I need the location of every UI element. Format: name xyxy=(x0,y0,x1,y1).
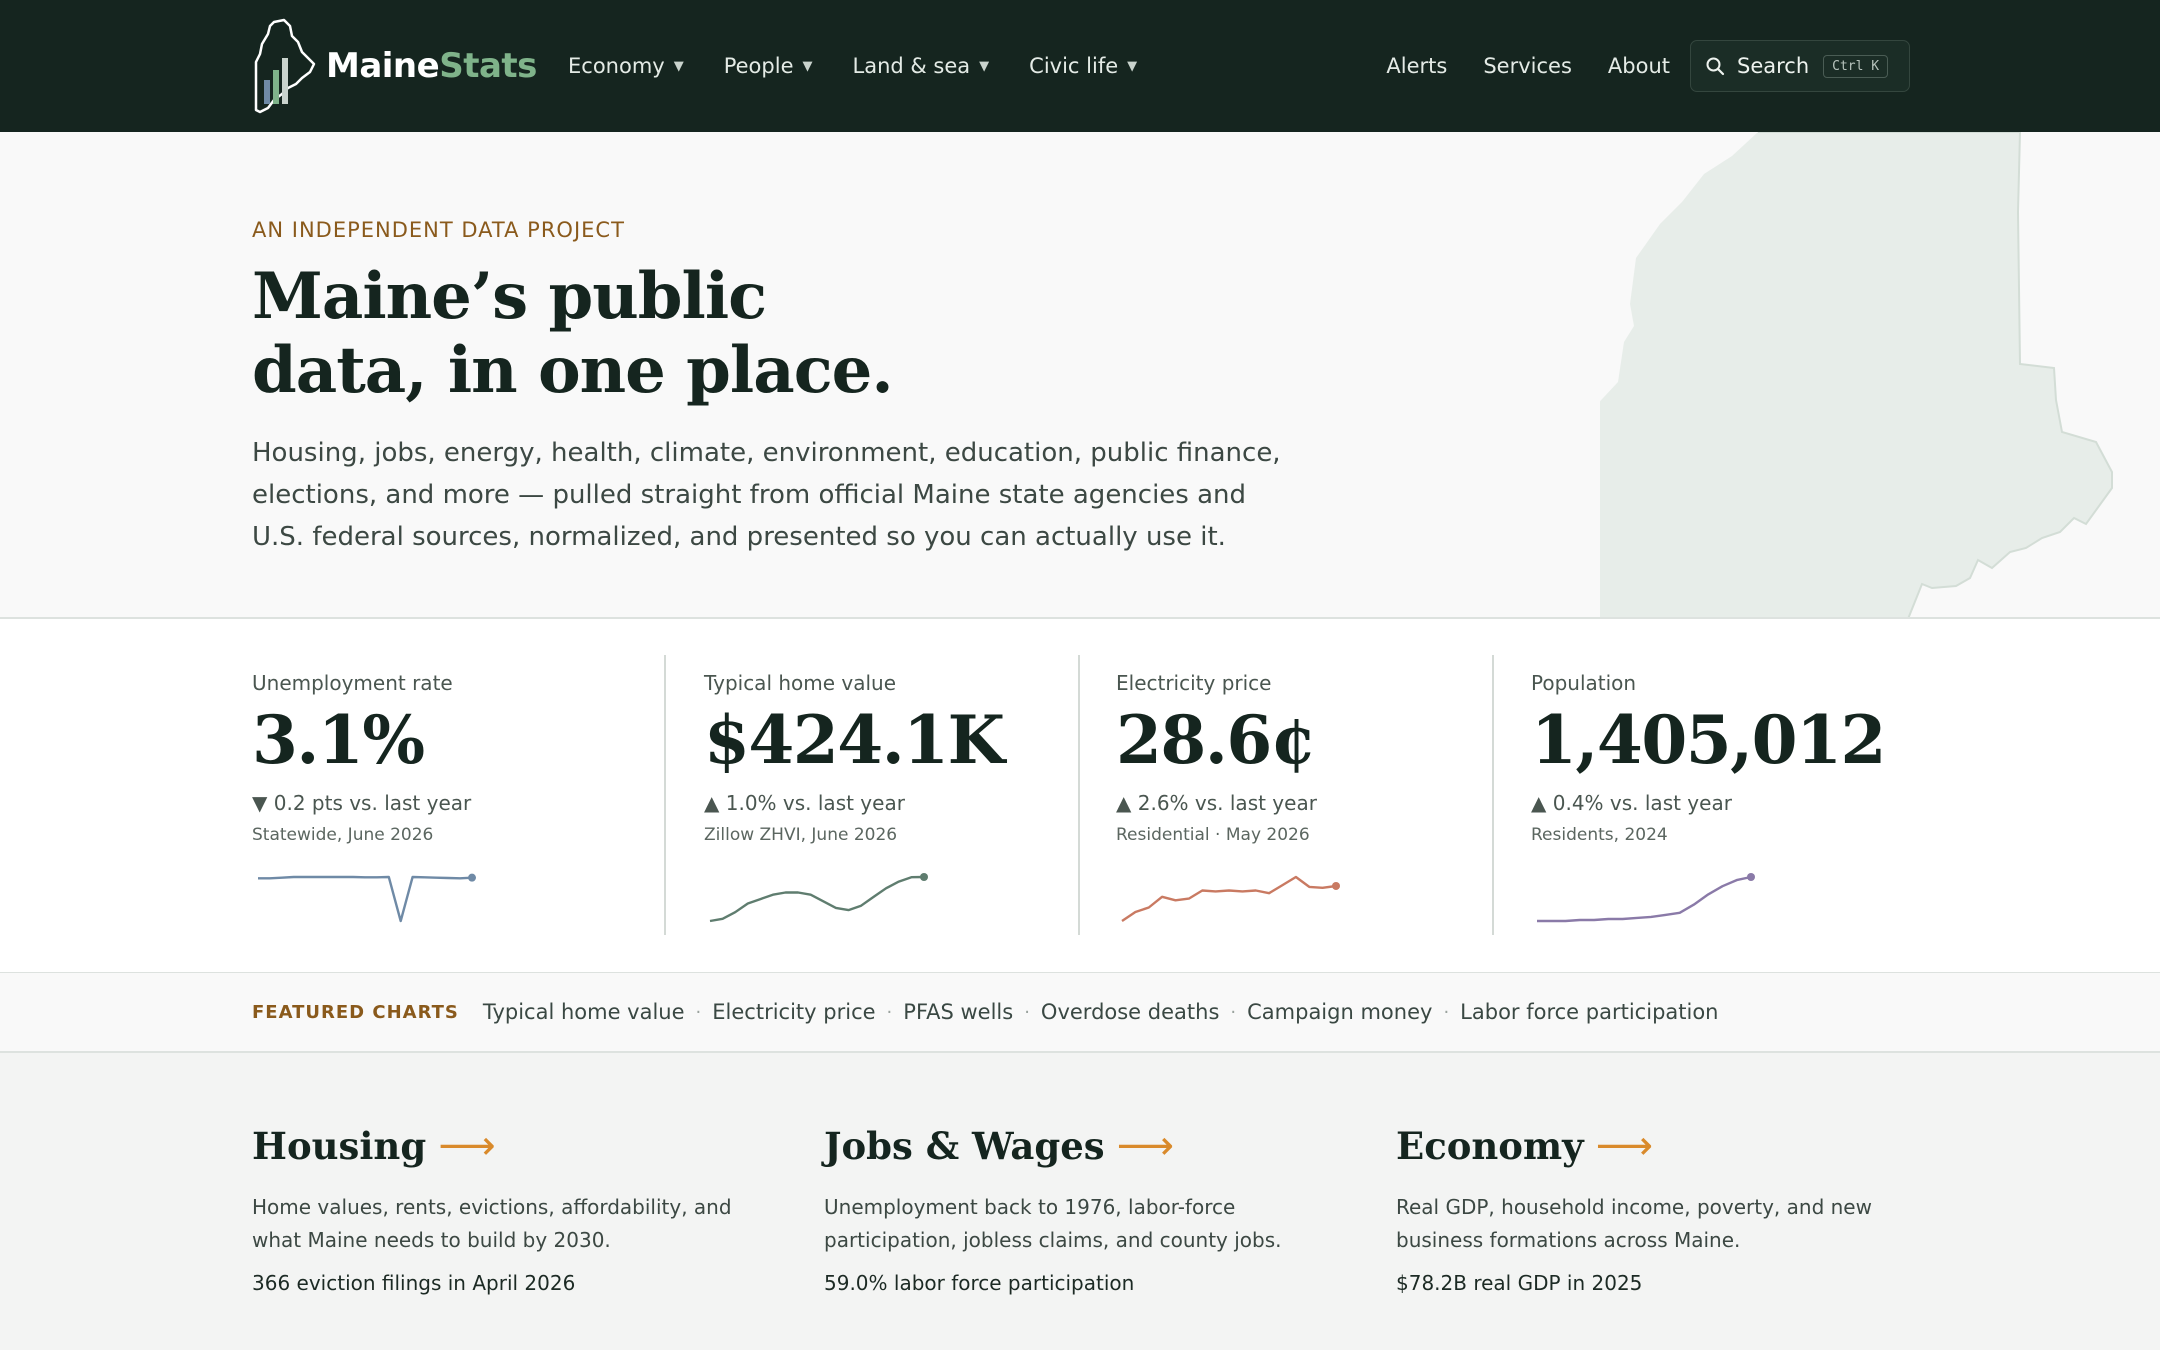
maine-map-logo-icon xyxy=(254,18,316,114)
stat-change: ▼ 0.2 pts vs. last year xyxy=(252,791,472,815)
nav-item-label: Economy xyxy=(568,54,665,78)
category-title: Economy xyxy=(1396,1124,1584,1168)
logo-text-stats: Stats xyxy=(439,46,537,86)
stat-change: ▲ 2.6% vs. last year xyxy=(1116,791,1317,815)
featured-charts-bar: FEATURED CHARTS Typical home value · Ele… xyxy=(0,973,2160,1053)
category-jobs-wages: Jobs & Wages ⟶ Unemployment back to 1976,… xyxy=(824,1123,1344,1295)
nav-civic-life-menu[interactable]: Civic life ▼ xyxy=(1029,54,1137,78)
arrow-right-icon: ⟶ xyxy=(1116,1123,1174,1169)
featured-link-home-value[interactable]: Typical home value xyxy=(483,1000,685,1024)
category-title: Housing xyxy=(252,1124,427,1168)
sparkline-path xyxy=(258,875,473,923)
hero-title-line-1: Maine’s public xyxy=(252,259,767,334)
separator-dot: · xyxy=(695,1001,702,1023)
separator-dot: · xyxy=(1230,1001,1237,1023)
featured-link-electricity[interactable]: Electricity price xyxy=(712,1000,875,1024)
hero-description: Housing, jobs, energy, health, climate, … xyxy=(252,438,1281,552)
search-button[interactable]: Search Ctrl K xyxy=(1690,40,1910,92)
stat-value: 28.6¢ xyxy=(1116,701,1317,779)
featured-link-pfas-wells[interactable]: PFAS wells xyxy=(903,1000,1013,1024)
category-title: Jobs & Wages xyxy=(824,1124,1105,1168)
caret-down-icon: ▼ xyxy=(673,58,684,74)
stat-change: ▲ 0.4% vs. last year xyxy=(1531,791,1732,815)
sparkline-latest-point xyxy=(920,873,928,881)
top-navigation: MaineStats Economy ▼ People ▼ Land & sea ▼ … xyxy=(0,0,2160,132)
category-description: Home values, rents, evictions, affordabi… xyxy=(252,1195,732,1252)
stat-source: Statewide, June 2026 xyxy=(252,825,434,845)
sparkline-population xyxy=(1537,873,1755,923)
sparkline-electricity xyxy=(1121,875,1340,922)
sparkline-path xyxy=(1537,875,1752,923)
category-jobs-wages-link[interactable]: Jobs & Wages ⟶ xyxy=(824,1123,1344,1169)
category-economy-link[interactable]: Economy ⟶ xyxy=(1396,1123,1916,1169)
stat-card-unemployment[interactable]: Unemployment rate 3.1% ▼ 0.2 pts vs. las… xyxy=(252,655,662,935)
featured-link-overdose[interactable]: Overdose deaths xyxy=(1041,1000,1219,1024)
featured-link-campaign-money[interactable]: Campaign money xyxy=(1247,1000,1432,1024)
search-icon xyxy=(1706,57,1725,76)
arrow-right-icon: ⟶ xyxy=(438,1123,496,1169)
category-description: Real GDP, household income, poverty, and… xyxy=(1396,1195,1872,1252)
nav-land-sea-menu[interactable]: Land & sea ▼ xyxy=(853,54,990,78)
stat-source: Zillow ZHVI, June 2026 xyxy=(704,825,898,845)
site-logo-text: MaineStats xyxy=(326,46,537,86)
stat-card-population[interactable]: Population 1,405,012 ▲ 0.4% vs. last yea… xyxy=(1492,655,1912,935)
stat-source: Residents, 2024 xyxy=(1531,825,1668,845)
topic-categories: Housing ⟶ Home values, rents, evictions, … xyxy=(0,1053,2160,1350)
category-housing-link[interactable]: Housing ⟶ xyxy=(252,1123,772,1169)
category-economy: Economy ⟶ Real GDP, household income, pov… xyxy=(1396,1123,1916,1295)
nav-item-label: Land & sea xyxy=(852,54,971,78)
secondary-menu: Alerts Services About Search Ctrl K xyxy=(1350,0,1910,132)
sparkline-path xyxy=(709,875,925,923)
stat-card-home-value[interactable]: Typical home value $424.1K ▲ 1.0% vs. la… xyxy=(664,655,1076,935)
category-description: Unemployment back to 1976, labor-force p… xyxy=(824,1195,1282,1252)
sparkline-latest-point xyxy=(468,873,476,882)
nav-people-menu[interactable]: People ▼ xyxy=(724,54,813,78)
stat-label: Unemployment rate xyxy=(252,671,453,695)
sparkline-home-value xyxy=(709,873,928,923)
search-label: Search xyxy=(1737,54,1810,78)
nav-economy-menu[interactable]: Economy ▼ xyxy=(568,54,684,78)
nav-alerts-link[interactable]: Alerts xyxy=(1386,54,1447,78)
sparkline-latest-point xyxy=(1332,881,1340,890)
category-stat: $78.2B real GDP in 2025 xyxy=(1396,1271,1643,1295)
featured-link-labor-force[interactable]: Labor force participation xyxy=(1460,1000,1718,1024)
key-stats-section: Unemployment rate 3.1% ▼ 0.2 pts vs. las… xyxy=(0,619,2160,973)
nav-services-link[interactable]: Services xyxy=(1483,54,1572,78)
category-stat: 59.0% labor force participation xyxy=(824,1271,1135,1295)
featured-charts-label: FEATURED CHARTS xyxy=(252,1001,459,1023)
caret-down-icon: ▼ xyxy=(802,58,813,74)
hero-title-line-2: data, in one place. xyxy=(252,333,894,408)
stat-card-electricity[interactable]: Electricity price 28.6¢ ▲ 2.6% vs. last … xyxy=(1078,655,1492,935)
nav-item-label: Civic life xyxy=(1029,54,1119,78)
sparkline-latest-point xyxy=(1747,873,1755,881)
caret-down-icon: ▼ xyxy=(979,58,990,74)
sparkline-unemployment xyxy=(258,873,476,923)
nav-about-link[interactable]: About xyxy=(1608,54,1670,78)
hero-eyebrow: AN INDEPENDENT DATA PROJECT xyxy=(252,218,625,242)
sparkline-path xyxy=(1121,875,1337,922)
stat-label: Electricity price xyxy=(1116,671,1272,695)
stat-label: Typical home value xyxy=(704,671,897,695)
separator-dot: · xyxy=(886,1001,893,1023)
logo-text-maine: Maine xyxy=(326,46,440,86)
hero-title: Maine’s public data, in one place. xyxy=(252,259,894,408)
site-logo[interactable]: MaineStats xyxy=(252,18,537,114)
stat-value: $424.1K xyxy=(704,701,1005,779)
stat-change: ▲ 1.0% vs. last year xyxy=(704,791,905,815)
stat-value: 3.1% xyxy=(252,701,425,779)
category-stat: 366 eviction filings in April 2026 xyxy=(252,1271,576,1295)
separator-dot: · xyxy=(1443,1001,1450,1023)
category-housing: Housing ⟶ Home values, rents, evictions, … xyxy=(252,1123,772,1295)
primary-menu: Economy ▼ People ▼ Land & sea ▼ Civic life ▼ xyxy=(568,0,1177,132)
stat-source: Residential · May 2026 xyxy=(1116,825,1310,845)
hero-section: AN INDEPENDENT DATA PROJECT Maine’s publ… xyxy=(0,132,2160,619)
separator-dot: · xyxy=(1024,1001,1030,1023)
maine-map-illustration xyxy=(1600,132,2113,617)
nav-item-label: People xyxy=(723,54,794,78)
stat-value: 1,405,012 xyxy=(1531,701,1886,779)
search-shortcut-hint: Ctrl K xyxy=(1823,54,1889,78)
arrow-right-icon: ⟶ xyxy=(1595,1123,1653,1169)
stat-label: Population xyxy=(1531,671,1637,695)
caret-down-icon: ▼ xyxy=(1127,58,1138,74)
